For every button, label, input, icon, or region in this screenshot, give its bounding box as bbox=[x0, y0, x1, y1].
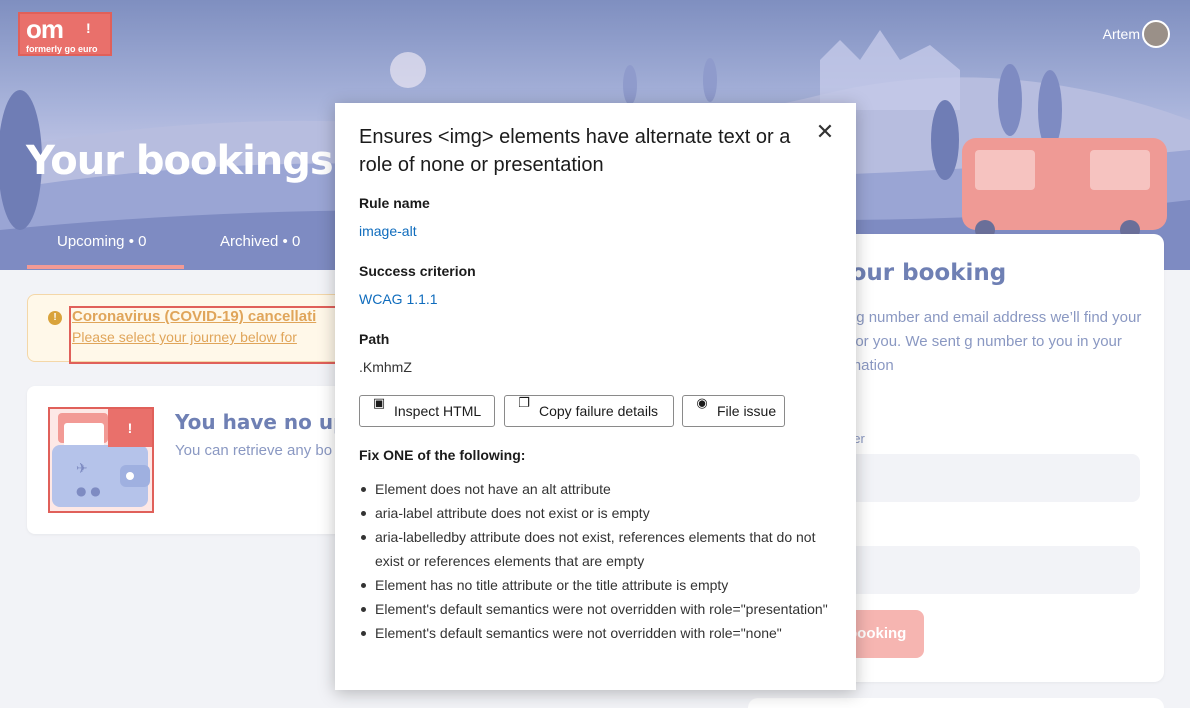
fix-heading: Fix ONE of the following: bbox=[359, 447, 526, 463]
success-criterion-link[interactable]: WCAG 1.1.1 bbox=[359, 291, 438, 307]
rule-name-label: Rule name bbox=[359, 195, 430, 211]
accessibility-details-dialog: Ensures <img> elements have alternate te… bbox=[335, 103, 856, 690]
path-label: Path bbox=[359, 331, 390, 347]
close-icon[interactable]: ✕ bbox=[813, 121, 837, 145]
svg-text:● ●: ● ● bbox=[76, 484, 101, 498]
bug-icon: ◉ bbox=[696, 396, 708, 411]
tab-archived[interactable]: Archived • 0 bbox=[220, 233, 300, 250]
wallet-illustration: ✈ ● ● ! bbox=[48, 407, 154, 513]
fix-item: aria-label attribute does not exist or i… bbox=[359, 501, 839, 525]
svg-text:✈: ✈ bbox=[76, 461, 88, 477]
active-tab-indicator bbox=[27, 265, 184, 269]
booking-number-input[interactable] bbox=[812, 454, 1140, 502]
fix-item: Element does not have an alt attribute bbox=[359, 477, 839, 501]
dialog-title: Ensures <img> elements have alternate te… bbox=[359, 126, 791, 176]
copy-failure-details-button[interactable]: ❐ Copy failure details bbox=[504, 395, 674, 427]
page-title: Your bookings bbox=[26, 138, 334, 184]
fix-item: Element has no title attribute or the ti… bbox=[359, 573, 839, 597]
fix-item: Element's default semantics were not ove… bbox=[359, 621, 839, 645]
logo[interactable]: om formerly go euro ! bbox=[18, 12, 112, 56]
secondary-card bbox=[748, 698, 1164, 708]
issue-flag-icon: ! bbox=[86, 20, 91, 36]
copy-icon: ❐ bbox=[518, 396, 530, 411]
success-criterion-label: Success criterion bbox=[359, 263, 476, 279]
find-booking-text: booking number and email address we’ll f… bbox=[812, 309, 1142, 374]
file-issue-button[interactable]: ◉ File issue bbox=[682, 395, 785, 427]
fix-item: Element's default semantics were not ove… bbox=[359, 597, 839, 621]
rule-name-link[interactable]: image-alt bbox=[359, 223, 417, 239]
logo-text: om bbox=[26, 14, 64, 44]
inspect-icon: ▣ bbox=[372, 396, 386, 411]
empty-heading: You have no upco bbox=[175, 410, 347, 434]
fix-list: Element does not have an alt attribute a… bbox=[359, 477, 839, 645]
copy-failure-details-label: Copy failure details bbox=[539, 403, 659, 419]
tab-upcoming[interactable]: Upcoming • 0 bbox=[57, 233, 146, 250]
email-input[interactable] bbox=[812, 546, 1140, 594]
inspect-html-label: Inspect HTML bbox=[394, 403, 482, 419]
fix-item: aria-labelledby attribute does not exist… bbox=[359, 525, 839, 573]
issue-flag-icon: ! bbox=[108, 409, 152, 447]
avatar[interactable] bbox=[1142, 20, 1170, 48]
inspect-html-button[interactable]: ▣ Inspect HTML bbox=[359, 395, 495, 427]
file-issue-label: File issue bbox=[717, 403, 777, 419]
info-icon: ! bbox=[48, 311, 62, 325]
highlight-box bbox=[69, 306, 349, 364]
path-value: .KmhmZ bbox=[359, 359, 412, 375]
empty-text: You can retrieve any bo bbox=[175, 442, 333, 459]
logo-subtext: formerly go euro bbox=[26, 44, 98, 54]
user-name[interactable]: Artem bbox=[1103, 26, 1140, 42]
